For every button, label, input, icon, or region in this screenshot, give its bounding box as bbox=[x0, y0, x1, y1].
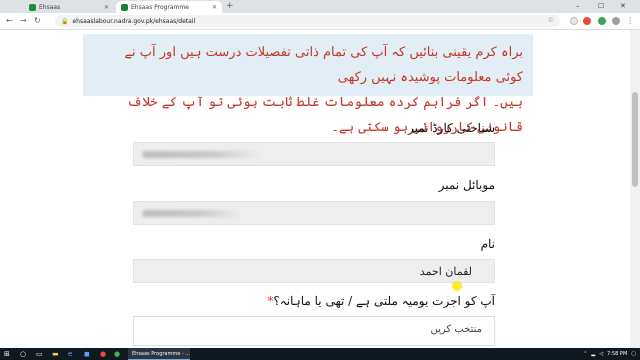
minimize-button[interactable]: – bbox=[576, 1, 580, 12]
name-field[interactable]: لقمان احمد bbox=[133, 259, 495, 283]
extension-green-icon[interactable] bbox=[598, 17, 606, 25]
volume-icon[interactable]: ◁ bbox=[599, 351, 603, 357]
notifications-icon[interactable]: ▢ bbox=[631, 351, 636, 357]
browser-tabstrip: Ehsaas ✕ Ehsaas Programme ✕ + – ☐ ✕ bbox=[0, 0, 640, 13]
close-window-button[interactable]: ✕ bbox=[620, 1, 626, 12]
tab-title: Ehsaas Programme bbox=[131, 3, 189, 11]
taskbar-app-title: Ehsaas Programme - ... bbox=[132, 350, 191, 357]
name-value: لقمان احمد bbox=[419, 265, 472, 278]
wage-select-placeholder: منتخب کریں bbox=[430, 324, 482, 335]
maximize-button[interactable]: ☐ bbox=[598, 1, 604, 12]
site-favicon-icon bbox=[29, 3, 36, 11]
browser-toolbar: ← → ↻ 🔒 ehsaaslabour.nadra.gov.pk/ehsaas… bbox=[0, 13, 640, 30]
reload-icon[interactable]: ↻ bbox=[34, 16, 41, 26]
file-explorer-icon[interactable]: ▬ bbox=[52, 350, 59, 358]
redacted-value bbox=[142, 151, 262, 158]
menu-kebab-icon[interactable]: ⋮ bbox=[626, 16, 634, 26]
warning-notice: براہ کرم یقینی بنائیں کہ آپ کی تمام ذاتی… bbox=[83, 34, 533, 135]
mouse-cursor-highlight bbox=[452, 281, 462, 291]
taskbar-chrome-window[interactable]: Ehsaas Programme - ... bbox=[128, 348, 190, 360]
new-tab-button[interactable]: + bbox=[226, 1, 234, 12]
redacted-value bbox=[142, 210, 242, 217]
wage-type-select[interactable]: منتخب کریں bbox=[133, 316, 495, 346]
profile-avatar-icon[interactable] bbox=[612, 17, 620, 25]
tab-title: Ehsaas bbox=[39, 3, 61, 11]
mobile-label: موبائل نمبر bbox=[438, 178, 495, 192]
tab-close-icon[interactable]: ✕ bbox=[104, 4, 109, 11]
wage-type-label: آپ کو اجرت یومیہ ملتی ہے / تھی یا ماہانہ… bbox=[267, 294, 495, 308]
system-tray: ⌃ ▂ ◁ 7:58 PM ▢ bbox=[583, 348, 636, 360]
forward-arrow-icon[interactable]: → bbox=[20, 16, 27, 26]
windows-start-icon[interactable]: ⊞ bbox=[4, 350, 10, 358]
cnic-field[interactable] bbox=[133, 142, 495, 166]
site-favicon-icon bbox=[121, 3, 128, 11]
network-icon[interactable]: ▂ bbox=[591, 351, 595, 357]
page-scrollbar[interactable] bbox=[630, 30, 640, 348]
clock-time[interactable]: 7:58 PM bbox=[607, 351, 627, 357]
browser-tab-ehsaas-programme[interactable]: Ehsaas Programme ✕ bbox=[116, 1, 222, 13]
tray-chevron-icon[interactable]: ⌃ bbox=[583, 351, 587, 357]
edge-icon[interactable]: e bbox=[68, 350, 72, 358]
chrome-icon[interactable]: ● bbox=[114, 350, 120, 358]
store-icon[interactable]: ◼ bbox=[84, 350, 90, 358]
url-text: ehsaaslabour.nadra.gov.pk/ehsaas/detail bbox=[72, 17, 196, 25]
lock-icon: 🔒 bbox=[61, 17, 69, 25]
address-bar[interactable]: 🔒 ehsaaslabour.nadra.gov.pk/ehsaas/detai… bbox=[55, 15, 560, 27]
name-label: نام bbox=[480, 237, 495, 251]
task-view-icon[interactable]: ▭ bbox=[36, 350, 43, 358]
browser-tab-ehsaas[interactable]: Ehsaas ✕ bbox=[24, 1, 114, 13]
cnic-label: شناختی کارڈ نمبر bbox=[407, 121, 495, 135]
windows-taskbar: ⊞ ○ ▭ ▬ e ◼ ● ● Ehsaas Programme - ... ⌃… bbox=[0, 348, 640, 360]
extension-red-icon[interactable] bbox=[583, 17, 591, 25]
search-icon[interactable]: ○ bbox=[20, 350, 26, 358]
scrollbar-thumb[interactable] bbox=[632, 92, 638, 187]
tab-close-icon[interactable]: ✕ bbox=[212, 4, 217, 11]
wage-type-question: آپ کو اجرت یومیہ ملتی ہے / تھی یا ماہانہ… bbox=[273, 294, 495, 308]
extension-icon[interactable] bbox=[570, 17, 578, 25]
mobile-field[interactable] bbox=[133, 201, 495, 225]
back-arrow-icon[interactable]: ← bbox=[6, 16, 13, 26]
page-content: براہ کرم یقینی بنائیں کہ آپ کی تمام ذاتی… bbox=[0, 30, 630, 348]
bookmark-star-icon[interactable]: ☆ bbox=[548, 16, 554, 24]
notice-line-1: براہ کرم یقینی بنائیں کہ آپ کی تمام ذاتی… bbox=[124, 45, 523, 85]
app-icon[interactable]: ● bbox=[100, 350, 106, 358]
